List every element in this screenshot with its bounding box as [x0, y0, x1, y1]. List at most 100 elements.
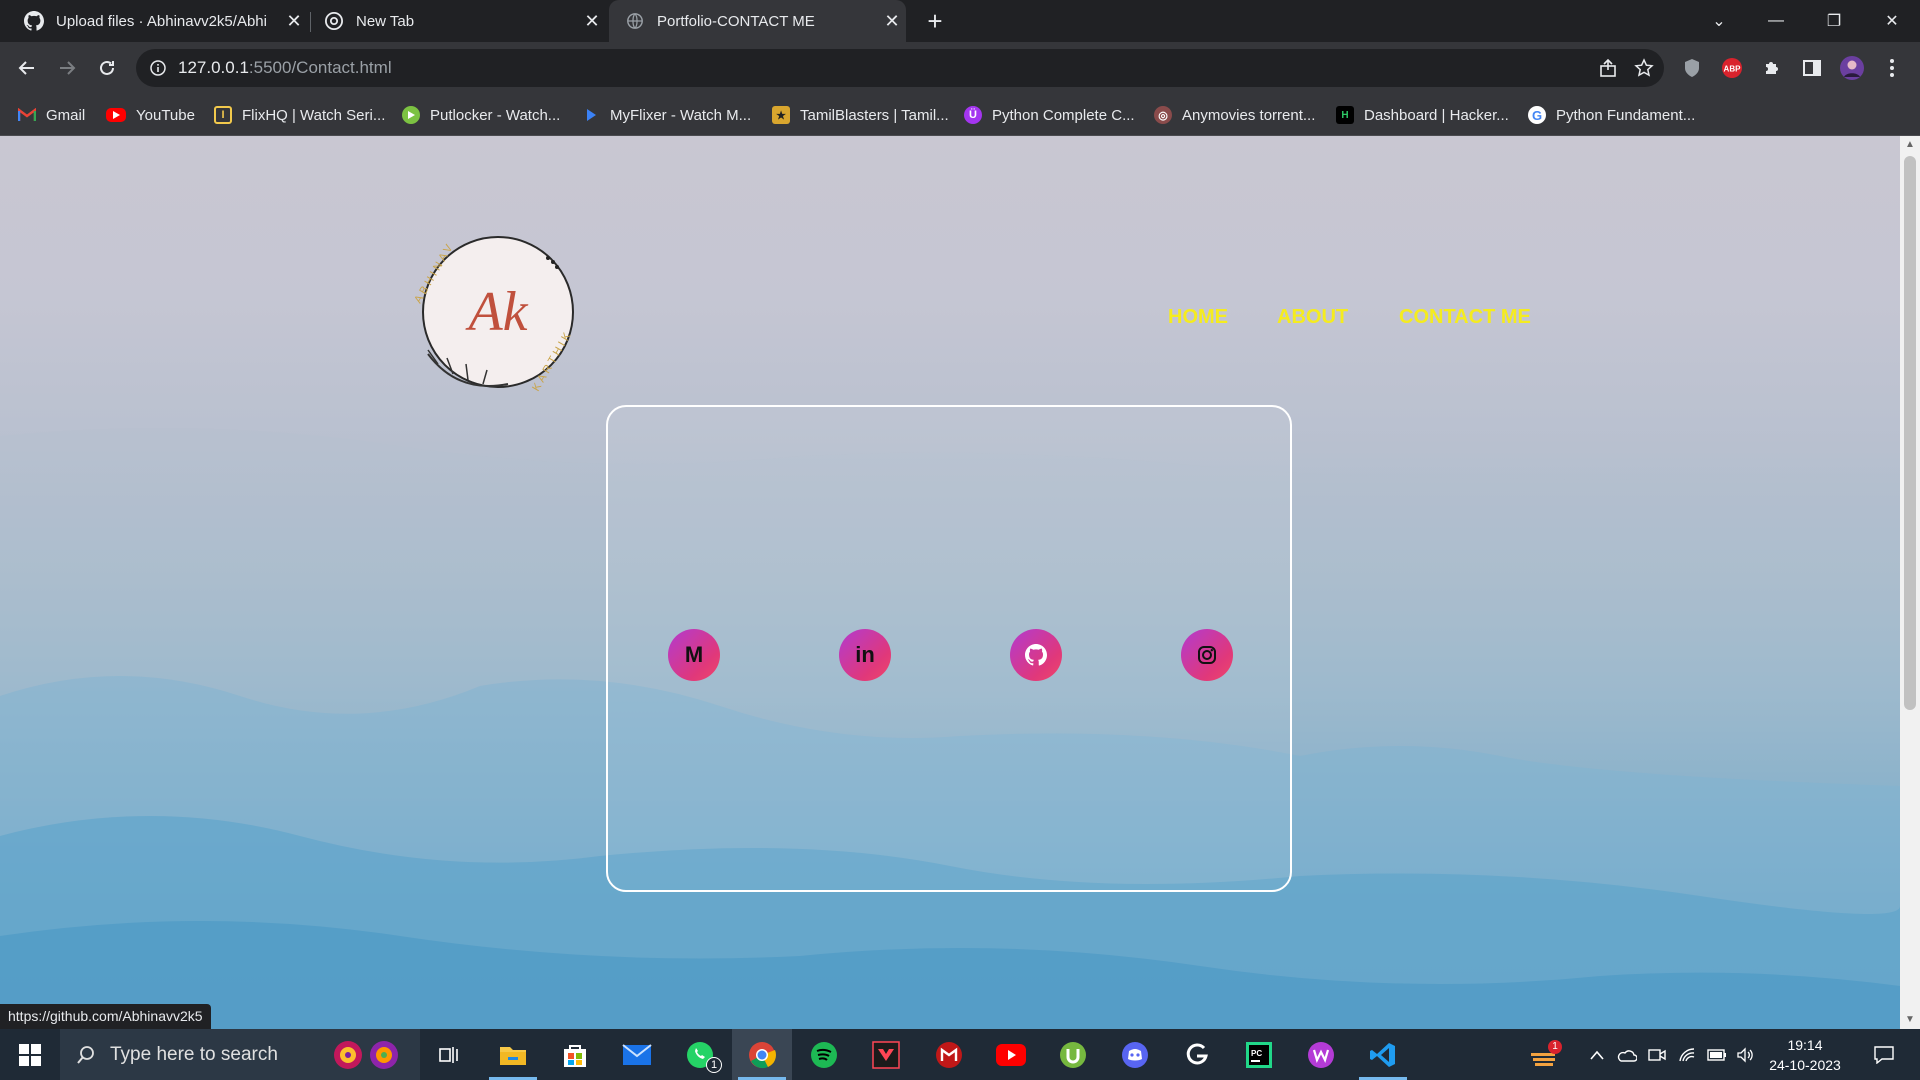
tab-title: Portfolio-CONTACT ME — [657, 12, 815, 30]
chrome-taskbar-icon[interactable] — [732, 1029, 792, 1080]
globe-icon — [625, 11, 645, 31]
bookmark-label: Putlocker - Watch... — [430, 106, 561, 124]
whatsapp-badge: 1 — [706, 1057, 722, 1073]
bookmark-youtube[interactable]: YouTube — [106, 104, 195, 126]
valorant-icon[interactable] — [856, 1029, 916, 1080]
svg-text:ABP: ABP — [1724, 65, 1742, 74]
page-viewport: Ak ABHINAV KARTHIK HOME ABOUT CONTACT ME… — [0, 136, 1900, 1029]
adblock-plus-icon[interactable]: ABP — [1718, 54, 1746, 82]
mcafee-icon[interactable] — [919, 1029, 979, 1080]
reload-icon[interactable] — [91, 52, 123, 84]
wifi-icon[interactable] — [1674, 1029, 1700, 1080]
onedrive-icon[interactable] — [1614, 1029, 1640, 1080]
wps-office-icon[interactable] — [1291, 1029, 1351, 1080]
forward-arrow-icon[interactable] — [51, 52, 83, 84]
contact-card: M in — [606, 405, 1292, 892]
tab-search-icon[interactable]: ⌄ — [1691, 0, 1747, 42]
profile-avatar[interactable] — [1838, 54, 1866, 82]
anymovies-icon: ◎ — [1154, 106, 1172, 124]
putlocker-icon — [402, 106, 420, 124]
battery-icon[interactable] — [1704, 1029, 1730, 1080]
nav-contact-link[interactable]: CONTACT ME — [1399, 306, 1531, 329]
camera-icon[interactable] — [1644, 1029, 1670, 1080]
search-placeholder: Type here to search — [110, 1043, 278, 1065]
bookmark-label: Python Fundament... — [1556, 106, 1696, 124]
discord-icon[interactable] — [1105, 1029, 1165, 1080]
taskbar-clock[interactable]: 19:14 24-10-2023 — [1760, 1035, 1850, 1075]
bookmark-hackerrank[interactable]: H Dashboard | Hacker... — [1336, 104, 1509, 126]
share-icon[interactable] — [1598, 58, 1618, 78]
info-icon[interactable] — [150, 60, 166, 76]
bookmark-flixhq[interactable]: I FlixHQ | Watch Seri... — [214, 104, 385, 126]
scroll-down-icon[interactable]: ▼ — [1905, 1015, 1915, 1025]
page-scrollbar[interactable]: ▲ ▼ — [1900, 136, 1920, 1029]
back-arrow-icon[interactable] — [11, 52, 43, 84]
bookmark-python-complete[interactable]: Ü Python Complete C... — [964, 104, 1135, 126]
instagram-icon — [1197, 645, 1217, 665]
bookmark-label: Gmail — [46, 106, 86, 124]
windows-taskbar: Type here to search 1 PC 1 19:14 24-10-2… — [0, 1029, 1920, 1080]
udemy-icon: Ü — [964, 106, 982, 124]
bookmark-label: FlixHQ | Watch Seri... — [242, 106, 386, 124]
youtube-icon — [106, 108, 126, 122]
close-icon[interactable]: ✕ — [878, 11, 906, 32]
close-window-icon[interactable]: ✕ — [1864, 0, 1920, 42]
taskbar-search-box[interactable]: Type here to search — [60, 1029, 420, 1080]
bookmark-putlocker[interactable]: Putlocker - Watch... — [402, 104, 560, 126]
tab-strip: Upload files · Abhinavv2k5/Abhi ✕ New Ta… — [0, 0, 1920, 42]
tab-portfolio-contact[interactable]: Portfolio-CONTACT ME ✕ — [609, 0, 906, 42]
notification-center-icon[interactable] — [1864, 1029, 1904, 1080]
bookmarks-bar: Gmail YouTube I FlixHQ | Watch Seri... P… — [0, 94, 1920, 136]
url-host: 127.0.0.1 — [178, 58, 249, 77]
restore-icon[interactable]: ❐ — [1806, 0, 1862, 42]
bookmark-label: MyFlixer - Watch M... — [610, 106, 752, 124]
extensions-puzzle-icon[interactable] — [1758, 54, 1786, 82]
tab-upload-files[interactable]: Upload files · Abhinavv2k5/Abhi ✕ — [0, 0, 308, 42]
linkedin-link[interactable]: in — [839, 629, 891, 681]
logitech-g-icon[interactable] — [1167, 1029, 1227, 1080]
new-tab-button[interactable]: + — [920, 6, 950, 36]
volume-icon[interactable] — [1732, 1029, 1758, 1080]
side-panel-icon[interactable] — [1798, 54, 1826, 82]
tab-new-tab[interactable]: New Tab ✕ — [300, 0, 606, 42]
nav-home-link[interactable]: HOME — [1168, 306, 1228, 329]
gmail-link[interactable]: M — [668, 629, 720, 681]
mail-icon[interactable] — [607, 1029, 667, 1080]
spotify-icon[interactable] — [794, 1029, 854, 1080]
star-icon[interactable] — [1634, 58, 1654, 78]
scrollbar-thumb[interactable] — [1904, 156, 1916, 710]
microsoft-store-icon[interactable] — [545, 1029, 605, 1080]
weather-icon[interactable]: 1 — [1524, 1029, 1564, 1080]
tab-title: Upload files · Abhinavv2k5/Abhi — [56, 12, 267, 30]
github-link[interactable] — [1010, 629, 1062, 681]
rangoli-icon — [328, 1039, 408, 1071]
bookmark-anymovies[interactable]: ◎ Anymovies torrent... — [1154, 104, 1315, 126]
pycharm-icon[interactable]: PC — [1229, 1029, 1289, 1080]
bookmark-myflixer[interactable]: MyFlixer - Watch M... — [582, 104, 751, 126]
linkedin-icon: in — [855, 642, 875, 667]
whatsapp-icon[interactable]: 1 — [670, 1029, 730, 1080]
site-logo[interactable]: Ak ABHINAV KARTHIK — [398, 224, 598, 404]
youtube-taskbar-icon[interactable] — [981, 1029, 1041, 1080]
task-view-icon[interactable] — [420, 1029, 480, 1080]
myflixer-icon — [582, 106, 600, 124]
minimize-icon[interactable]: — — [1748, 0, 1804, 42]
scroll-up-icon[interactable]: ▲ — [1905, 140, 1915, 150]
close-icon[interactable]: ✕ — [578, 11, 606, 32]
bookmark-label: YouTube — [136, 106, 195, 124]
instagram-link[interactable] — [1181, 629, 1233, 681]
chrome-menu-icon[interactable] — [1878, 54, 1906, 82]
address-bar[interactable]: 127.0.0.1:5500/Contact.html — [136, 49, 1664, 87]
bookmark-python-fundamentals[interactable]: G Python Fundament... — [1528, 104, 1695, 126]
bookmark-label: Python Complete C... — [992, 106, 1135, 124]
file-explorer-icon[interactable] — [483, 1029, 543, 1080]
nav-about-link[interactable]: ABOUT — [1277, 306, 1348, 329]
windows-start-icon[interactable] — [0, 1029, 60, 1080]
bookmark-gmail[interactable]: Gmail — [18, 104, 85, 126]
shield-icon[interactable] — [1678, 54, 1706, 82]
utorrent-icon[interactable] — [1043, 1029, 1103, 1080]
svg-text:PC: PC — [1251, 1049, 1262, 1058]
chevron-up-icon[interactable] — [1584, 1029, 1610, 1080]
bookmark-tamilblasters[interactable]: ★ TamilBlasters | Tamil... — [772, 104, 949, 126]
vscode-icon[interactable] — [1353, 1029, 1413, 1080]
